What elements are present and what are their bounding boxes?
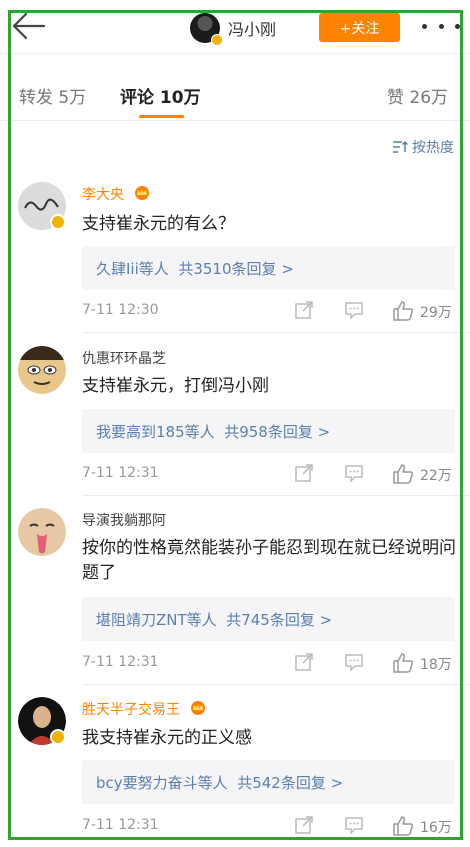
reply-count: 共745条回复 >	[226, 610, 333, 629]
sort-icon	[393, 140, 408, 153]
verified-badge-icon	[211, 34, 223, 46]
comment-time: 7-11 12:31	[82, 817, 159, 833]
avatar[interactable]	[190, 13, 223, 46]
like-icon[interactable]	[392, 300, 414, 322]
verified-badge-icon	[50, 214, 66, 230]
top-bar: 冯小刚 +关注	[0, 0, 470, 54]
tab-likes[interactable]: 赞 26万	[387, 83, 448, 108]
page-title: 冯小刚	[228, 20, 277, 39]
back-arrow-icon[interactable]	[10, 10, 48, 42]
like-count: 22万	[420, 468, 452, 484]
share-icon[interactable]	[294, 652, 314, 672]
like-count: 29万	[420, 305, 452, 321]
more-options-icon[interactable]	[422, 18, 460, 34]
comment-text: 我支持崔永元的正义感	[82, 728, 252, 748]
replies-preview[interactable]: 我要高到185等人 共958条回复 >	[82, 409, 455, 453]
comment-author[interactable]: 李大央	[82, 184, 152, 204]
share-icon[interactable]	[294, 815, 314, 835]
comment-text: 支持崔永元的有么？	[82, 214, 235, 234]
comment-icon[interactable]	[344, 652, 364, 672]
comment-time: 7-11 12:31	[82, 654, 159, 670]
title-area[interactable]: 冯小刚	[190, 12, 277, 46]
comment-divider	[82, 684, 470, 685]
comment-divider	[82, 332, 470, 333]
vip-crown-icon	[135, 186, 150, 200]
like-count: 16万	[420, 820, 452, 836]
avatar[interactable]	[18, 508, 66, 556]
comment-meta: 7-11 12:31 22万	[82, 463, 455, 485]
comment-author[interactable]: 胜天半子交易王	[82, 699, 208, 719]
comment-text: 按你的性格竟然能装孙子能忍到现在就已经说明问题了	[82, 538, 456, 583]
like-count: 18万	[420, 657, 452, 673]
replies-preview[interactable]: 久肆Iii等人 共3510条回复 >	[82, 246, 455, 290]
comment-meta: 7-11 12:30 29万	[82, 300, 455, 322]
tab-bar: 转发 5万 评论 10万 赞 26万	[0, 55, 470, 121]
replies-preview[interactable]: 堪阻靖刀ZNT等人 共745条回复 >	[82, 597, 455, 641]
comment-icon[interactable]	[344, 815, 364, 835]
reply-users: 堪阻靖刀ZNT等人	[96, 610, 217, 629]
reply-users: 久肆Iii等人	[96, 259, 169, 278]
reply-count: 共3510条回复 >	[178, 259, 294, 278]
comment-author[interactable]: 仇惠环环晶芝	[82, 348, 166, 368]
reply-count: 共958条回复 >	[224, 422, 331, 441]
share-icon[interactable]	[294, 300, 314, 320]
comment-icon[interactable]	[344, 463, 364, 483]
comment-meta: 7-11 12:31 16万	[82, 815, 455, 837]
follow-button[interactable]: +关注	[319, 13, 400, 42]
comment-text: 支持崔永元，打倒冯小刚	[82, 376, 269, 396]
replies-preview[interactable]: bcy要努力奋斗等人 共542条回复 >	[82, 760, 455, 804]
like-icon[interactable]	[392, 463, 414, 485]
reply-users: 我要高到185等人	[96, 422, 215, 441]
comment-author[interactable]: 导演我躺那阿	[82, 510, 166, 530]
sort-label: 按热度	[412, 140, 454, 156]
like-icon[interactable]	[392, 652, 414, 674]
comment-meta: 7-11 12:31 18万	[82, 652, 455, 674]
reply-users: bcy要努力奋斗等人	[96, 773, 228, 792]
comment-icon[interactable]	[344, 300, 364, 320]
tab-comments[interactable]: 评论 10万	[120, 83, 201, 108]
comment-time: 7-11 12:30	[82, 302, 159, 318]
reply-count: 共542条回复 >	[237, 773, 344, 792]
tab-reposts[interactable]: 转发 5万	[19, 83, 86, 108]
verified-badge-icon	[50, 729, 66, 745]
like-icon[interactable]	[392, 815, 414, 837]
active-tab-indicator	[139, 115, 184, 118]
comment-time: 7-11 12:31	[82, 465, 159, 481]
avatar[interactable]	[18, 346, 66, 394]
share-icon[interactable]	[294, 463, 314, 483]
vip-crown-icon	[191, 701, 206, 715]
sort-by-hot-button[interactable]: 按热度	[392, 137, 454, 157]
comment-divider	[82, 495, 470, 496]
